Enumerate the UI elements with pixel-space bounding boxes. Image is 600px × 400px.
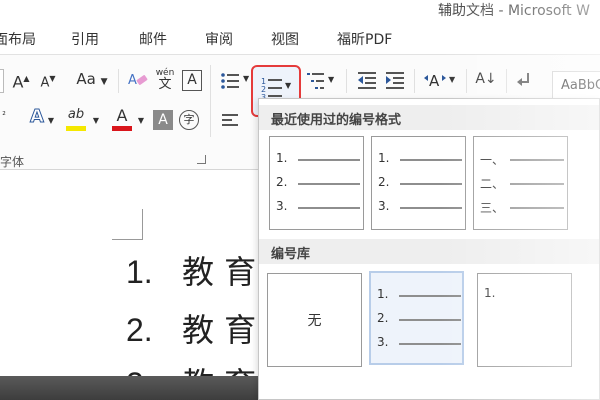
recent-format-chinese[interactable]: 一、 二、 三、 xyxy=(473,136,568,230)
ribbon-divider xyxy=(346,69,347,93)
format-label: 二、 xyxy=(480,177,505,191)
library-format-partial[interactable]: 1. xyxy=(477,273,572,367)
grow-font-icon: A xyxy=(12,72,24,92)
decrease-indent-button[interactable] xyxy=(356,69,378,93)
sort-button[interactable]: A↓ xyxy=(474,69,498,93)
format-label: 1. xyxy=(484,286,496,300)
list-item-text: 教 育 xyxy=(182,253,257,291)
text-effects-icon: A xyxy=(30,106,45,127)
list-item[interactable]: 1. 教 育 xyxy=(126,247,256,293)
highlighter-icon: ab xyxy=(67,107,85,122)
chevron-down-icon[interactable]: ▼ xyxy=(47,111,55,131)
ribbon-tabs: 面布局 引用 邮件 审阅 视图 福昕PDF xyxy=(0,26,600,52)
numbering-dropdown: 最近使用过的编号格式 1. 2. 3. 1. 2. 3. 一、 二、 三、 编号… xyxy=(258,98,600,400)
styles-gallery[interactable]: AaBbC xyxy=(552,71,600,101)
ribbon-divider xyxy=(506,69,507,93)
tab-view[interactable]: 视图 xyxy=(271,29,299,49)
align-left-icon xyxy=(222,114,238,126)
font-color-swatch xyxy=(112,126,132,131)
text-effects-button[interactable]: A xyxy=(26,106,48,133)
format-label: 1. xyxy=(378,151,390,165)
increase-indent-icon xyxy=(386,72,404,89)
tab-page-layout[interactable]: 面布局 xyxy=(0,29,36,49)
show-marks-button[interactable] xyxy=(514,69,536,93)
tab-foxit-pdf[interactable]: 福昕PDF xyxy=(337,29,392,49)
highlight-button[interactable]: ab xyxy=(64,107,88,133)
ribbon-divider xyxy=(466,69,467,93)
character-spacing-button[interactable]: A ▼ xyxy=(422,69,458,93)
increase-indent-button[interactable] xyxy=(384,69,406,93)
format-label: 一、 xyxy=(480,153,505,167)
bullet-list-icon xyxy=(221,73,239,89)
highlight-color-swatch xyxy=(66,126,86,131)
list-item-text: 教 育 xyxy=(182,311,257,349)
shrink-font-button[interactable]: A▼ xyxy=(38,69,58,93)
superscript-button[interactable]: ² xyxy=(0,111,8,121)
multilevel-list-button[interactable]: ▼ xyxy=(305,69,337,93)
library-format-arabic[interactable]: 1. 2. 3. xyxy=(369,271,464,365)
title-bar: 辅助文档 - Microsoft W xyxy=(0,0,600,22)
clear-formatting-button[interactable]: A xyxy=(127,69,149,93)
font-size-box[interactable] xyxy=(0,69,4,93)
align-left-button[interactable] xyxy=(220,111,240,131)
ribbon-divider xyxy=(118,69,119,93)
library-format-none[interactable]: 无 xyxy=(267,273,362,367)
recent-format-arabic[interactable]: 1. 2. 3. xyxy=(269,136,364,230)
window-title: 辅助文档 - Microsoft W xyxy=(438,3,590,19)
tab-review[interactable]: 审阅 xyxy=(205,29,233,49)
character-shading-icon: A xyxy=(158,112,168,128)
change-case-button[interactable]: Aa ▼ xyxy=(72,69,112,93)
format-label: 1. xyxy=(377,287,389,301)
svg-text:▼: ▼ xyxy=(449,75,456,84)
format-label: 1. xyxy=(276,151,288,165)
svg-text:A: A xyxy=(128,73,137,88)
format-label: 2. xyxy=(378,175,390,189)
enclose-characters-button[interactable]: 字 xyxy=(179,110,199,130)
dialog-launcher-icon[interactable] xyxy=(197,155,206,164)
chevron-down-icon[interactable]: ▼ xyxy=(92,111,100,131)
ribbon-divider xyxy=(414,69,415,93)
numbering-library-header: 编号库 xyxy=(259,239,599,264)
return-arrow-icon xyxy=(517,73,529,86)
character-border-icon: A xyxy=(187,72,197,88)
format-label: 2. xyxy=(276,175,288,189)
tab-references[interactable]: 引用 xyxy=(71,29,99,49)
chevron-down-icon[interactable]: ▼ xyxy=(243,69,249,89)
font-group-label: 字体 xyxy=(0,155,25,169)
list-item[interactable]: 2. 教 育 xyxy=(126,305,256,351)
list-number: 2. xyxy=(126,312,153,348)
tab-mailings[interactable]: 邮件 xyxy=(139,29,167,49)
format-label: 三、 xyxy=(480,201,505,215)
format-none-label: 无 xyxy=(307,313,322,329)
margin-corner-mark xyxy=(112,209,143,240)
format-label: 3. xyxy=(377,335,389,349)
svg-text:▼: ▼ xyxy=(328,75,335,84)
chevron-down-icon: ▼ xyxy=(100,77,108,87)
character-shading-button[interactable]: A xyxy=(153,110,173,130)
recent-formats-header: 最近使用过的编号格式 xyxy=(259,105,599,130)
list-number: 1. xyxy=(126,254,153,290)
format-label: 3. xyxy=(276,199,288,213)
grow-font-button[interactable]: A▲ xyxy=(11,69,31,93)
ribbon-divider xyxy=(210,65,211,137)
chevron-down-icon[interactable]: ▼ xyxy=(137,111,145,131)
format-label: 2. xyxy=(377,311,389,325)
format-label: 3. xyxy=(378,199,390,213)
change-case-label: Aa xyxy=(76,70,96,88)
character-border-button[interactable]: A xyxy=(182,70,202,91)
svg-text:▼: ▼ xyxy=(285,81,292,90)
eraser-icon: A xyxy=(128,73,148,88)
font-color-button[interactable]: A xyxy=(110,107,134,133)
enclose-characters-icon: 字 xyxy=(183,113,195,126)
font-color-icon: A xyxy=(116,106,128,125)
sort-icon: A↓ xyxy=(475,71,497,87)
bullets-button[interactable] xyxy=(218,69,242,93)
svg-text:A: A xyxy=(429,72,440,90)
recent-format-arabic-2[interactable]: 1. 2. 3. xyxy=(371,136,466,230)
decrease-indent-icon xyxy=(358,72,376,89)
phonetic-char: 文 xyxy=(158,77,172,92)
phonetic-guide-button[interactable]: wén 文 xyxy=(153,67,177,95)
multilevel-list-icon: ▼ xyxy=(307,73,335,89)
character-spacing-icon: A ▼ xyxy=(424,72,456,90)
